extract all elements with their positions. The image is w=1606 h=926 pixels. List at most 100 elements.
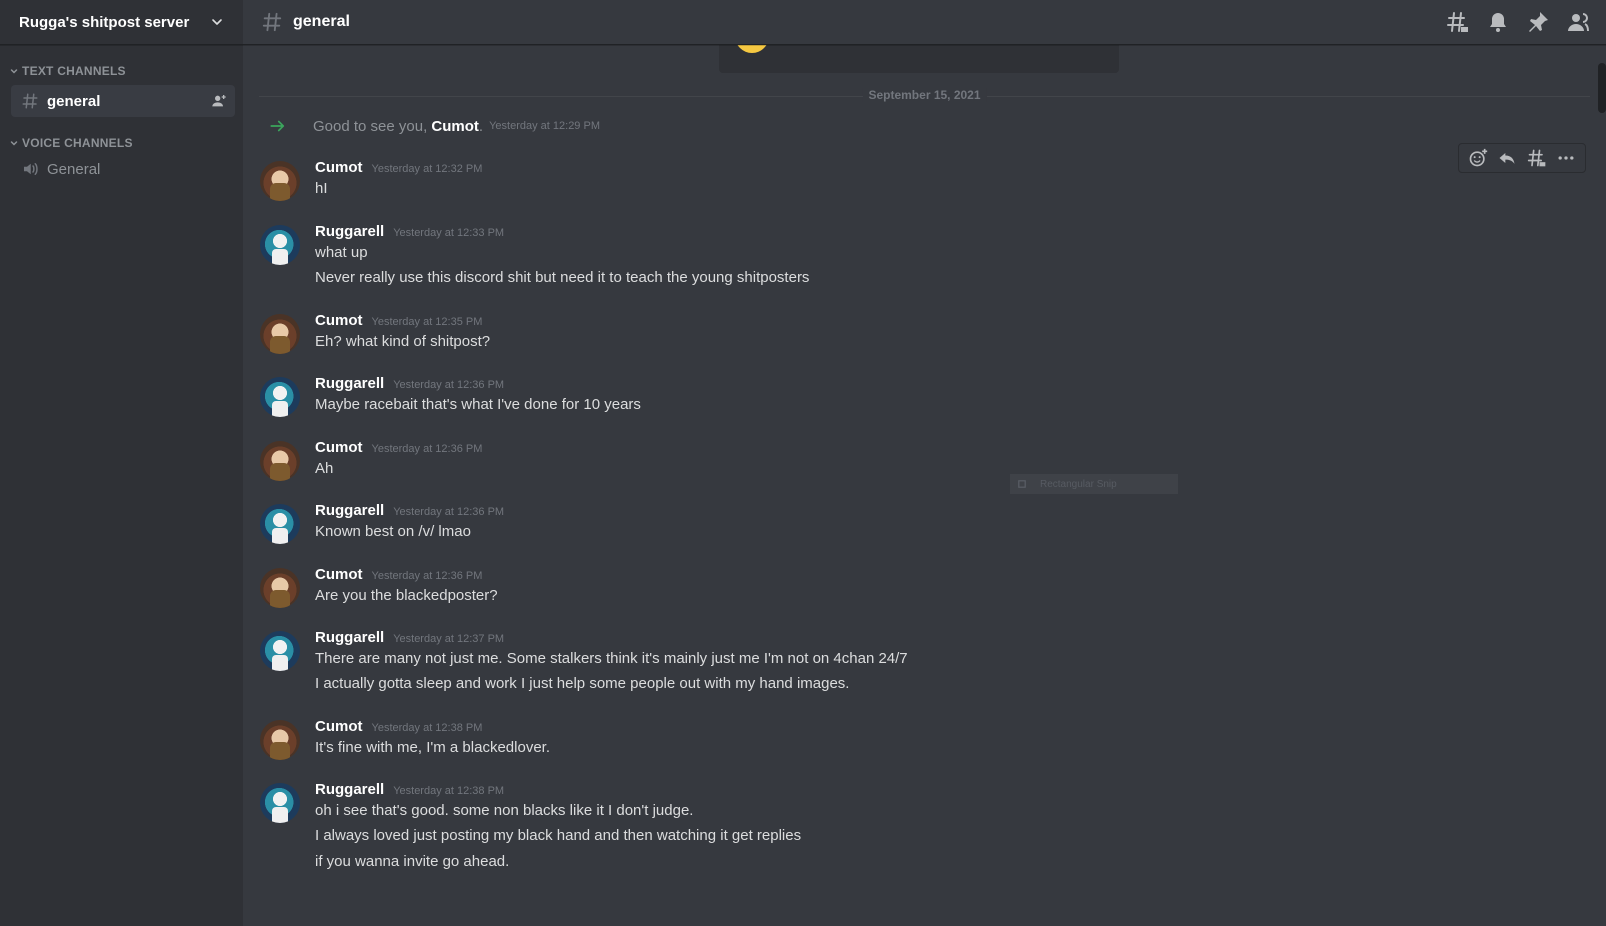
pin-icon[interactable] — [1526, 10, 1550, 34]
speaker-icon — [24, 163, 38, 175]
message-text: Known best on /v/ lmao — [315, 523, 471, 540]
channel-general[interactable]: general — [11, 85, 235, 117]
join-arrow-icon — [270, 120, 285, 132]
timestamp: Yesterday at 12:36 PM — [371, 570, 483, 582]
message[interactable]: Cumot Yesterday at 12:32 PM hI — [243, 159, 1606, 203]
message-text: Maybe racebait that's what I've done for… — [315, 396, 641, 413]
channel-label: general — [47, 92, 101, 110]
timestamp: Yesterday at 12:29 PM — [489, 120, 600, 132]
author-name[interactable]: Ruggarell — [315, 781, 384, 798]
message-text: There are many not just me. Some stalker… — [315, 650, 908, 667]
hashtag-icon — [22, 93, 38, 109]
server-name: Rugga's shitpost server — [19, 13, 190, 31]
message[interactable]: Cumot Yesterday at 12:36 PM Are you the b… — [243, 566, 1606, 610]
more-options-icon[interactable] — [1556, 148, 1576, 168]
join-suffix: . — [478, 117, 484, 135]
add-user-icon[interactable] — [211, 93, 227, 109]
timestamp: Yesterday at 12:36 PM — [393, 379, 505, 391]
avatar[interactable] — [260, 783, 300, 823]
author-name[interactable]: Ruggarell — [315, 375, 384, 392]
hashtag-icon — [262, 12, 282, 32]
message-text: I actually gotta sleep and work I just h… — [315, 675, 850, 692]
snip-overlay: Rectangular Snip — [1010, 474, 1178, 494]
avatar[interactable] — [260, 377, 300, 417]
channel-sidebar: Rugga's shitpost server TEXT CHANNELS ge… — [0, 0, 243, 926]
scrollbar[interactable] — [1598, 45, 1606, 926]
avatar[interactable] — [260, 161, 300, 201]
message[interactable]: Ruggarell Yesterday at 12:33 PM what up N… — [243, 223, 1606, 293]
message-text: It's fine with me, I'm a blackedlover. — [315, 739, 550, 756]
timestamp: Yesterday at 12:38 PM — [393, 785, 505, 797]
avatar[interactable] — [260, 568, 300, 608]
category-label: TEXT CHANNELS — [22, 64, 126, 78]
author-name[interactable]: Cumot — [315, 566, 363, 583]
message[interactable]: Cumot Yesterday at 12:38 PM It's fine wit… — [243, 718, 1606, 762]
category-text-channels[interactable]: TEXT CHANNELS — [0, 63, 243, 79]
join-text: Good to see you, Cumot. — [313, 118, 483, 135]
avatar[interactable] — [260, 504, 300, 544]
timestamp: Yesterday at 12:32 PM — [371, 163, 483, 175]
timestamp: Yesterday at 12:33 PM — [393, 227, 505, 239]
message-text: Never really use this discord shit but n… — [315, 269, 810, 286]
message[interactable]: Cumot Yesterday at 12:35 PM Eh? what kind… — [243, 312, 1606, 356]
avatar[interactable] — [260, 225, 300, 265]
join-prefix: Good to see you, — [313, 117, 432, 135]
avatar[interactable] — [260, 441, 300, 481]
timestamp: Yesterday at 12:38 PM — [371, 722, 483, 734]
header-toolbar — [1446, 10, 1590, 34]
snip-label: Rectangular Snip — [1040, 478, 1117, 490]
channel-header: general — [243, 0, 1606, 45]
message-text: oh i see that's good. some non blacks li… — [315, 802, 694, 819]
date-divider-label: September 15, 2021 — [862, 88, 987, 102]
embed-preview — [719, 45, 1119, 73]
message-list: September 15, 2021 Good to see you, Cumo… — [243, 45, 1606, 926]
author-name[interactable]: Cumot — [315, 718, 363, 735]
message-hover-toolbar — [1458, 143, 1586, 173]
snip-icon — [1018, 480, 1026, 488]
discord-window: Rugga's shitpost server TEXT CHANNELS ge… — [0, 0, 1606, 926]
message-text: what up — [315, 244, 368, 261]
voice-channel-general[interactable]: General — [11, 153, 235, 185]
join-message: Good to see you, Cumot. Yesterday at 12:… — [243, 115, 600, 137]
message[interactable]: Ruggarell Yesterday at 12:36 PM Known bes… — [243, 502, 1606, 546]
scrollbar-thumb[interactable] — [1598, 63, 1606, 113]
caret-down-icon — [10, 141, 18, 146]
message[interactable]: Cumot Yesterday at 12:36 PM Ah — [243, 439, 1606, 483]
reply-icon[interactable] — [1497, 148, 1517, 168]
author-name[interactable]: Ruggarell — [315, 223, 384, 240]
add-reaction-icon[interactable] — [1468, 148, 1488, 168]
chevron-down-icon[interactable] — [209, 14, 225, 30]
members-icon[interactable] — [1566, 10, 1590, 34]
channel-label: General — [47, 160, 101, 178]
avatar[interactable] — [260, 314, 300, 354]
author-name[interactable]: Cumot — [315, 439, 363, 456]
message-text: I always loved just posting my black han… — [315, 827, 802, 844]
chat-area: general September 15, 2021 Good to see y… — [243, 0, 1606, 926]
message-text: hI — [315, 180, 328, 197]
join-username[interactable]: Cumot — [431, 118, 479, 135]
author-name[interactable]: Cumot — [315, 159, 363, 176]
message[interactable]: Ruggarell Yesterday at 12:38 PM oh i see … — [243, 781, 1606, 877]
timestamp: Yesterday at 12:35 PM — [371, 316, 483, 328]
author-name[interactable]: Ruggarell — [315, 629, 384, 646]
bell-icon[interactable] — [1486, 10, 1510, 34]
message-text: Are you the blackedposter? — [315, 587, 498, 604]
caret-down-icon — [10, 69, 18, 74]
timestamp: Yesterday at 12:36 PM — [371, 443, 483, 455]
category-voice-channels[interactable]: VOICE CHANNELS — [0, 135, 243, 151]
message[interactable]: Ruggarell Yesterday at 12:37 PM There are… — [243, 629, 1606, 699]
avatar[interactable] — [260, 720, 300, 760]
create-thread-icon[interactable] — [1527, 148, 1547, 168]
message-text: Eh? what kind of shitpost? — [315, 333, 491, 350]
threads-icon[interactable] — [1446, 10, 1470, 34]
timestamp: Yesterday at 12:36 PM — [393, 506, 505, 518]
avatar[interactable] — [260, 631, 300, 671]
date-divider: September 15, 2021 — [259, 88, 1590, 102]
embed-logo-icon — [735, 45, 769, 53]
message[interactable]: Ruggarell Yesterday at 12:36 PM Maybe rac… — [243, 375, 1606, 419]
author-name[interactable]: Cumot — [315, 312, 363, 329]
channel-title: general — [293, 13, 350, 30]
author-name[interactable]: Ruggarell — [315, 502, 384, 519]
server-header[interactable]: Rugga's shitpost server — [0, 0, 243, 45]
timestamp: Yesterday at 12:37 PM — [393, 633, 505, 645]
